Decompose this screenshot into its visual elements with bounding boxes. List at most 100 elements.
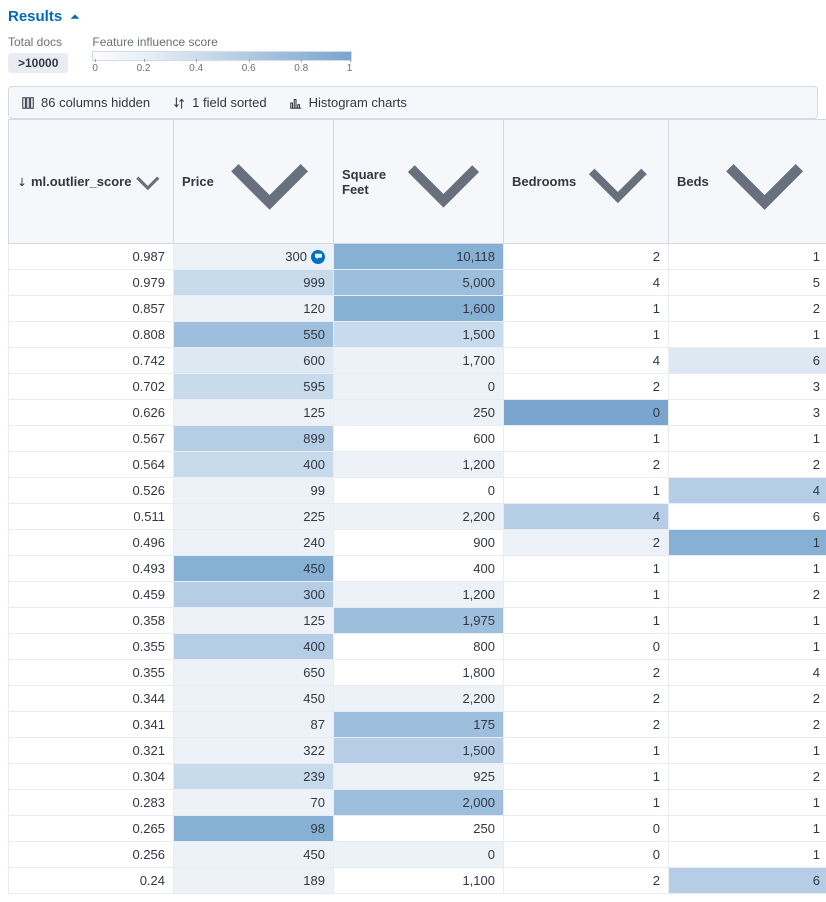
table-cell[interactable]: 2 xyxy=(504,452,669,478)
table-cell[interactable]: 1,200 xyxy=(334,452,504,478)
table-cell[interactable]: 0.24 xyxy=(9,868,174,894)
table-cell[interactable]: 650 xyxy=(174,660,334,686)
table-cell[interactable]: 1 xyxy=(669,426,826,452)
table-row[interactable]: 0.8085501,50011 xyxy=(9,322,826,348)
results-toggle[interactable]: Results xyxy=(8,8,818,25)
table-cell[interactable]: 450 xyxy=(174,686,334,712)
table-cell[interactable]: 240 xyxy=(174,530,334,556)
table-row[interactable]: 0.5112252,20046 xyxy=(9,504,826,530)
table-cell[interactable]: 1 xyxy=(504,426,669,452)
table-cell[interactable]: 239 xyxy=(174,764,334,790)
table-cell[interactable]: 2 xyxy=(669,764,826,790)
table-cell[interactable]: 0.304 xyxy=(9,764,174,790)
table-cell[interactable]: 322 xyxy=(174,738,334,764)
table-cell[interactable]: 0.355 xyxy=(9,660,174,686)
table-cell[interactable]: 1 xyxy=(669,608,826,634)
table-cell[interactable]: 0 xyxy=(504,634,669,660)
table-cell[interactable]: 1,975 xyxy=(334,608,504,634)
table-row[interactable]: 0.3213221,50011 xyxy=(9,738,826,764)
table-cell[interactable]: 0.496 xyxy=(9,530,174,556)
table-row[interactable]: 0.5644001,20022 xyxy=(9,452,826,478)
column-header-beds[interactable]: Beds xyxy=(669,120,826,244)
table-cell[interactable]: 189 xyxy=(174,868,334,894)
table-row[interactable]: 0.49624090021 xyxy=(9,530,826,556)
table-cell[interactable]: 99 xyxy=(174,478,334,504)
table-cell[interactable]: 0.283 xyxy=(9,790,174,816)
table-cell[interactable]: 2 xyxy=(504,712,669,738)
table-cell[interactable]: 1 xyxy=(669,816,826,842)
table-cell[interactable]: 2,200 xyxy=(334,504,504,530)
table-cell[interactable]: 1 xyxy=(504,582,669,608)
table-cell[interactable]: 0.256 xyxy=(9,842,174,868)
table-cell[interactable]: 4 xyxy=(669,478,826,504)
table-cell[interactable]: 0.511 xyxy=(9,504,174,530)
table-cell[interactable]: 1,200 xyxy=(334,582,504,608)
table-cell[interactable]: 550 xyxy=(174,322,334,348)
chevron-down-icon[interactable] xyxy=(131,165,165,199)
table-cell[interactable]: 0.344 xyxy=(9,686,174,712)
table-cell[interactable]: 250 xyxy=(334,400,504,426)
table-cell[interactable]: 0.987 xyxy=(9,244,174,270)
table-cell[interactable]: 2,200 xyxy=(334,686,504,712)
table-cell[interactable]: 3 xyxy=(669,400,826,426)
table-cell[interactable]: 1 xyxy=(669,842,826,868)
table-row[interactable]: 0.3581251,97511 xyxy=(9,608,826,634)
table-cell[interactable]: 1 xyxy=(504,738,669,764)
table-cell[interactable]: 125 xyxy=(174,608,334,634)
table-cell[interactable]: 1 xyxy=(504,478,669,504)
table-cell[interactable]: 1 xyxy=(669,738,826,764)
table-cell[interactable]: 1,100 xyxy=(334,868,504,894)
table-cell[interactable]: 0 xyxy=(334,374,504,400)
table-cell[interactable]: 1,600 xyxy=(334,296,504,322)
table-cell[interactable]: 1 xyxy=(504,296,669,322)
table-row[interactable]: 0.30423992512 xyxy=(9,764,826,790)
table-cell[interactable]: 1 xyxy=(669,556,826,582)
table-row[interactable]: 0.8571201,60012 xyxy=(9,296,826,322)
table-row[interactable]: 0.702595023 xyxy=(9,374,826,400)
table-cell[interactable]: 0 xyxy=(334,842,504,868)
table-cell[interactable]: 5 xyxy=(669,270,826,296)
table-cell[interactable]: 0.742 xyxy=(9,348,174,374)
table-cell[interactable]: 0.459 xyxy=(9,582,174,608)
table-cell[interactable]: 6 xyxy=(669,348,826,374)
table-row[interactable]: 0.3444502,20022 xyxy=(9,686,826,712)
column-header-price[interactable]: Price xyxy=(174,120,334,244)
table-cell[interactable]: 2 xyxy=(669,582,826,608)
chevron-down-icon[interactable] xyxy=(709,126,820,237)
table-cell[interactable]: 6 xyxy=(669,504,826,530)
table-cell[interactable]: 600 xyxy=(334,426,504,452)
table-cell[interactable]: 0.493 xyxy=(9,556,174,582)
table-cell[interactable]: 2 xyxy=(504,868,669,894)
table-cell[interactable]: 400 xyxy=(174,634,334,660)
table-row[interactable]: 0.9799995,00045 xyxy=(9,270,826,296)
table-row[interactable]: 0.256450001 xyxy=(9,842,826,868)
table-cell[interactable]: 925 xyxy=(334,764,504,790)
fields-sorted-button[interactable]: 1 field sorted xyxy=(172,95,266,110)
table-cell[interactable]: 1 xyxy=(669,790,826,816)
column-header-bedrooms[interactable]: Bedrooms xyxy=(504,120,669,244)
table-cell[interactable]: 0.358 xyxy=(9,608,174,634)
table-cell[interactable]: 1 xyxy=(669,244,826,270)
table-cell[interactable]: 595 xyxy=(174,374,334,400)
table-cell[interactable]: 1 xyxy=(669,530,826,556)
table-cell[interactable]: 800 xyxy=(334,634,504,660)
histogram-button[interactable]: Histogram charts xyxy=(289,95,407,110)
table-cell[interactable]: 1 xyxy=(669,634,826,660)
table-cell[interactable]: 0.979 xyxy=(9,270,174,296)
column-header-sqft[interactable]: Square Feet xyxy=(334,120,504,244)
table-cell[interactable]: 0 xyxy=(504,400,669,426)
table-row[interactable]: 0.283702,00011 xyxy=(9,790,826,816)
table-row[interactable]: 0.3556501,80024 xyxy=(9,660,826,686)
table-cell[interactable]: 0 xyxy=(504,816,669,842)
table-cell[interactable]: 98 xyxy=(174,816,334,842)
table-cell[interactable]: 2 xyxy=(669,452,826,478)
table-cell[interactable]: 2 xyxy=(669,686,826,712)
table-cell[interactable]: 4 xyxy=(504,348,669,374)
table-row[interactable]: 0.7426001,70046 xyxy=(9,348,826,374)
table-cell[interactable]: 900 xyxy=(334,530,504,556)
table-row[interactable]: 0.49345040011 xyxy=(9,556,826,582)
table-cell[interactable]: 0.567 xyxy=(9,426,174,452)
table-cell[interactable]: 0.265 xyxy=(9,816,174,842)
table-cell[interactable]: 10,118 xyxy=(334,244,504,270)
table-cell[interactable]: 0.321 xyxy=(9,738,174,764)
